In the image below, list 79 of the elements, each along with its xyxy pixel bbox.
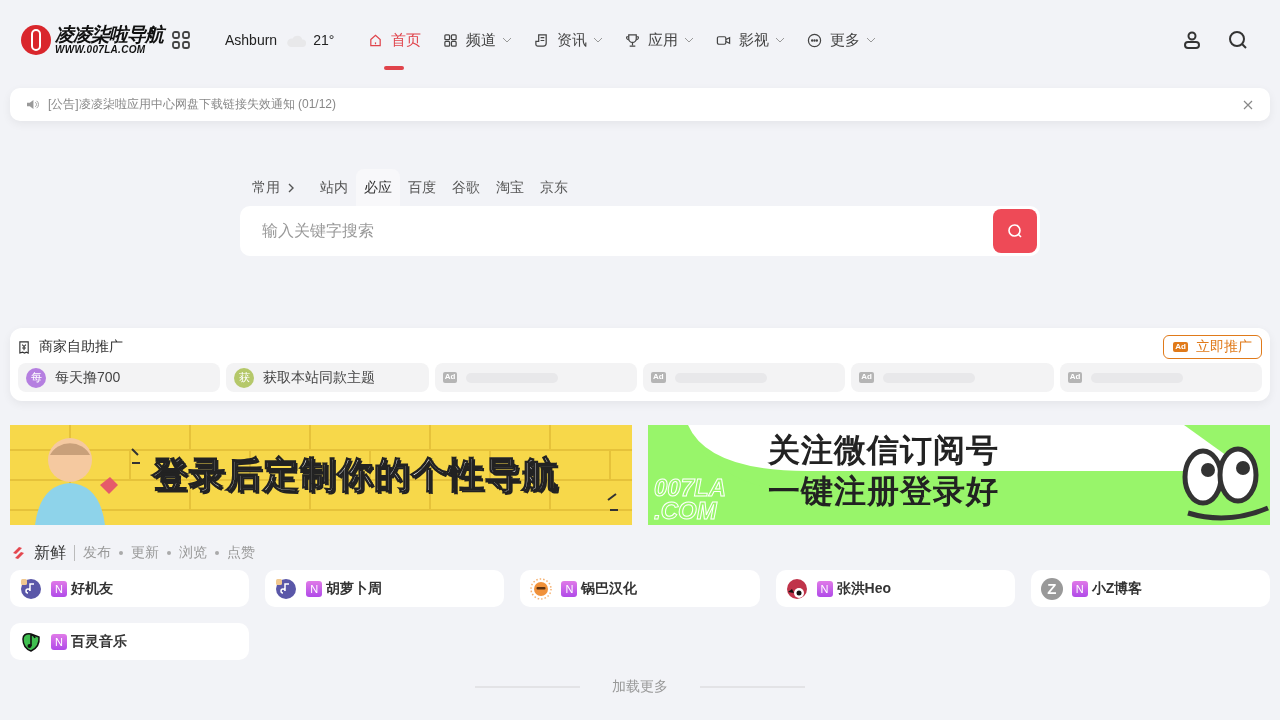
new-badge: N (1071, 580, 1088, 597)
site-name: 张洪Heo (836, 579, 892, 598)
logo-icon (20, 24, 52, 56)
active-underline (384, 65, 405, 70)
nav-item[interactable]: 频道 (435, 22, 521, 58)
nav-item[interactable]: 首页 (360, 22, 430, 58)
search-tab[interactable]: 百度 (400, 169, 444, 206)
new-badge: N (816, 580, 833, 597)
new-badge: N (51, 633, 67, 650)
speaker-icon (26, 99, 39, 110)
new-badge: N (51, 580, 67, 597)
close-icon[interactable] (1243, 99, 1253, 110)
ad-badge: Ad (1067, 372, 1083, 383)
ad-section-title: 商家自助推广 (39, 338, 123, 356)
site-name: 胡萝卜周 (326, 579, 383, 598)
banner-watermark: 007LA (654, 477, 727, 501)
ad-link-label: 获取本站同款主题 (263, 368, 376, 387)
search-icon (1007, 223, 1023, 239)
separator-dot (215, 551, 219, 555)
site-card[interactable]: N 胡萝卜周 (265, 570, 505, 607)
search-tab[interactable]: 常用 (244, 169, 302, 206)
notice-text[interactable]: [公告]凌凌柒啦应用中心网盘下载链接失效通知 (01/12) (48, 96, 337, 113)
search-tab[interactable]: 谷歌 (444, 169, 488, 206)
scroll-icon (534, 32, 550, 48)
ad-link[interactable]: 每 每天撸700 (18, 363, 221, 392)
nav-item[interactable]: 资讯 (526, 22, 612, 58)
site-card[interactable]: N 锅巴汉化 (520, 570, 760, 607)
separator-dot (119, 551, 123, 555)
user-icon[interactable] (1182, 30, 1202, 50)
search-tab[interactable]: 站内 (312, 169, 356, 206)
banner-headline: 关注微信订阅号 (768, 433, 999, 469)
section-title: 新鲜 (34, 542, 66, 563)
search-tab[interactable]: 淘宝 (488, 169, 532, 206)
avatar-badge: 获 (234, 367, 255, 388)
site-logo-icon (20, 577, 42, 600)
site-name: 百灵音乐 (71, 632, 127, 651)
site-name: 小Z博客 (1091, 579, 1143, 598)
nav-item[interactable]: 更多 (799, 22, 885, 58)
grid-icon (443, 32, 459, 48)
new-badge: N (561, 580, 578, 597)
trophy-icon (625, 32, 641, 48)
avatar-badge: 每 (26, 367, 46, 388)
grid-icon[interactable] (171, 30, 191, 50)
weather-city: Ashburn (225, 32, 278, 48)
site-name: 锅巴汉化 (581, 579, 638, 598)
site-logo-icon (530, 577, 553, 600)
logo-url: WWW.007LA.COM (55, 45, 146, 55)
weather-temperature: 21° (313, 32, 335, 48)
ad-badge: Ad (859, 372, 874, 383)
site-avatar: Z (1040, 577, 1063, 600)
search-input[interactable]: 输入关键字搜索 (260, 210, 993, 252)
banner-headline: 登录后定制你的个性导航 (152, 455, 559, 495)
site-logo-icon (275, 577, 298, 600)
site-card[interactable]: N 张洪Heo (775, 570, 1015, 607)
promo-banner[interactable]: 登录后定制你的个性导航 (10, 425, 632, 525)
banner-headline: 一键注册登录好 (768, 474, 999, 510)
separator-dot (167, 551, 171, 555)
ad-link[interactable]: 获 获取本站同款主题 (226, 363, 429, 392)
banner-watermark: .COM (654, 500, 719, 523)
more-icon (807, 32, 823, 48)
site-card[interactable]: Z N 小Z博客 (1030, 570, 1270, 607)
search-bar[interactable]: 输入关键字搜索 (240, 206, 1040, 256)
new-badge: N (306, 580, 323, 597)
receipt-icon (18, 340, 31, 354)
nav-item[interactable]: 应用 (617, 22, 703, 58)
home-icon (368, 32, 384, 48)
search-tab[interactable]: 必应 (356, 169, 400, 206)
site-logo-icon (20, 630, 42, 653)
search-tab[interactable]: 京东 (532, 169, 576, 206)
site-name: 好机友 (71, 579, 113, 598)
site-logo-icon (785, 577, 808, 600)
site-card[interactable]: N 百灵音乐 (10, 623, 250, 660)
site-card[interactable]: N 好机友 (10, 570, 250, 607)
ad-badge: Ad (651, 372, 666, 383)
ad-badge: Ad (442, 372, 458, 383)
nav-item[interactable]: 影视 (708, 22, 794, 58)
ad-link-label: 每天撸700 (55, 368, 121, 387)
search-icon[interactable] (1228, 30, 1248, 50)
search-button[interactable] (993, 209, 1037, 253)
